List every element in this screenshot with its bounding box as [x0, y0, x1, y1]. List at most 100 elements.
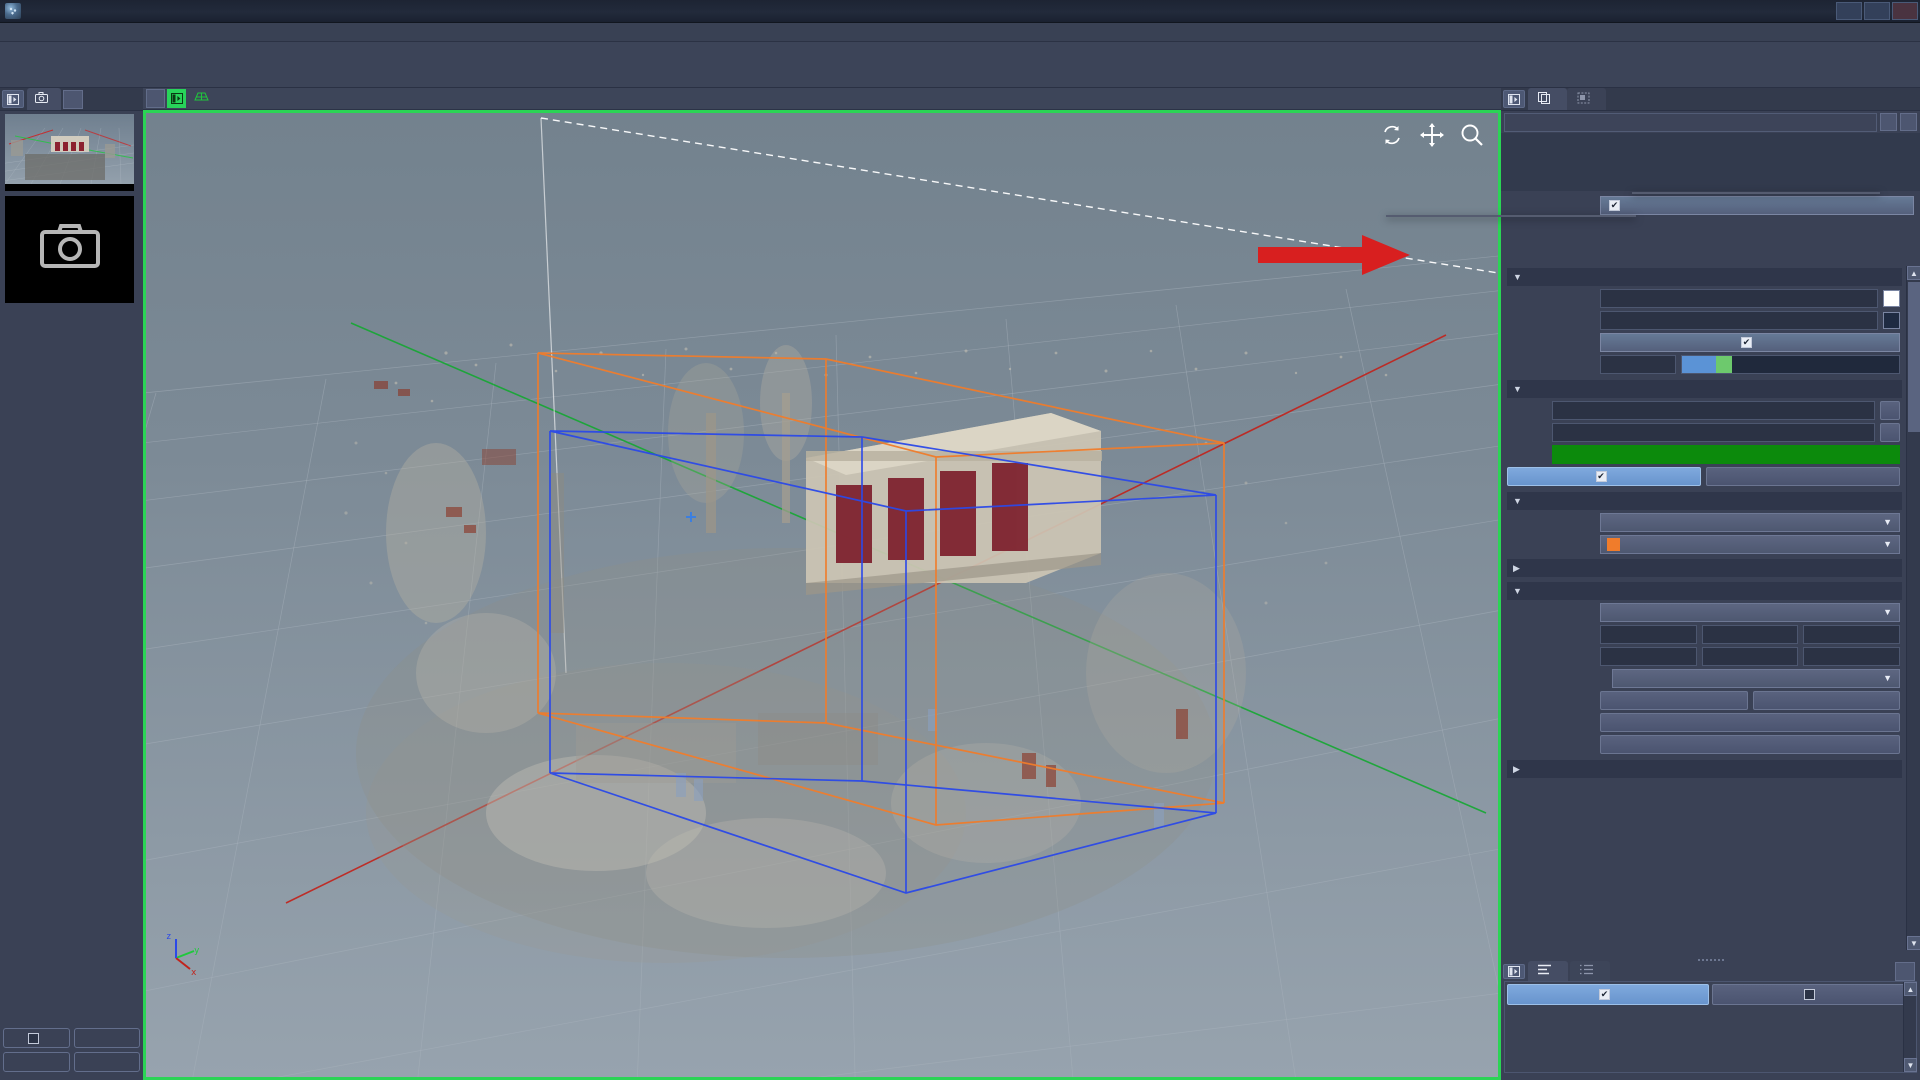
viewport-pin-button[interactable]	[167, 89, 186, 108]
point-limit-slider[interactable]	[1681, 354, 1900, 374]
refresh-button[interactable]	[73, 1028, 140, 1048]
create-bookmark-button[interactable]	[1600, 712, 1900, 732]
title-bar	[0, 0, 1920, 23]
rebuild-sprt-cache-button[interactable]	[1706, 466, 1900, 486]
main-toolbar	[0, 42, 1920, 88]
window-controls	[1836, 2, 1918, 20]
row-rotation-override: ▼	[1507, 668, 1900, 688]
section-scanner-data[interactable]: ▼	[1507, 582, 1902, 600]
chevron-down-icon: ▼	[1513, 384, 1522, 394]
lod-select[interactable]: ▼	[1600, 534, 1900, 554]
zoom-icon[interactable]	[1460, 123, 1484, 150]
tasks-icon	[1538, 964, 1552, 978]
right-dock-pin-button[interactable]	[1503, 90, 1525, 108]
load-sprt-cache-checkbox[interactable]	[1595, 470, 1607, 482]
tab-bookmarks[interactable]	[27, 88, 61, 110]
copy-icon	[1538, 91, 1551, 107]
minimize-button[interactable]	[1836, 2, 1862, 20]
scale-channel-value[interactable]	[1600, 310, 1878, 330]
menu-bar	[0, 23, 1920, 42]
edit-mode-toggle[interactable]	[3, 1028, 70, 1048]
scroll-thumb[interactable]	[1908, 282, 1920, 432]
auto-update-checkbox[interactable]	[1609, 199, 1620, 211]
position-y-field[interactable]	[1701, 624, 1799, 644]
filter-input[interactable]	[1504, 112, 1877, 132]
rename-button[interactable]	[3, 1052, 70, 1072]
dock-resize-grip[interactable]	[1696, 958, 1725, 963]
scroll-up-arrow[interactable]: ▲	[1907, 266, 1920, 280]
task-manager-body: ▲ ▼	[1504, 981, 1917, 1073]
tab-document-explorer[interactable]	[1528, 88, 1567, 110]
filter-all-button[interactable]	[1880, 113, 1897, 131]
load-sprt-cache-button[interactable]	[1507, 466, 1701, 486]
color-channel-swatch[interactable]	[1883, 289, 1900, 307]
slider-handle[interactable]	[1716, 355, 1732, 373]
svg-text:z: z	[166, 932, 171, 942]
create-all-bookmarks-button[interactable]	[1600, 734, 1900, 754]
scroll-up-arrow[interactable]: ▲	[1904, 982, 1917, 996]
delete-button[interactable]	[73, 1052, 140, 1072]
section-advanced-lod[interactable]: ▶	[1507, 559, 1902, 577]
document-explorer-tabbar	[1501, 88, 1920, 111]
close-button[interactable]	[1892, 2, 1918, 20]
chevron-right-icon: ▶	[1513, 763, 1520, 774]
row-color-channel	[1507, 288, 1900, 308]
edit-mode-checkbox[interactable]	[28, 1032, 40, 1044]
scroll-down-arrow[interactable]: ▼	[1907, 936, 1920, 950]
rotation-y-field[interactable]	[1701, 646, 1799, 666]
transform-icon	[1577, 92, 1590, 107]
filter-invert-button[interactable]	[1900, 113, 1917, 131]
use-auto-update-toggle[interactable]	[1712, 984, 1914, 1005]
cache-browse-button[interactable]	[1880, 422, 1900, 442]
task-list-scrollbar[interactable]: ▲ ▼	[1903, 982, 1917, 1072]
chevron-down-icon: ▼	[1513, 586, 1522, 596]
use-auto-zoom-extents-toggle[interactable]	[1507, 984, 1709, 1005]
status-badge	[1552, 444, 1900, 464]
cache-value[interactable]	[1552, 422, 1875, 442]
bookmarks-close-button[interactable]	[63, 90, 83, 109]
auto-update-task-checkbox[interactable]	[1804, 989, 1815, 1000]
task-dock-pin-button[interactable]	[1503, 964, 1525, 979]
scanner-index-select[interactable]: ▼	[1600, 602, 1900, 622]
orbit-icon[interactable]	[1380, 123, 1404, 150]
pan-icon[interactable]	[1420, 123, 1444, 150]
new-bookmark-tile[interactable]	[5, 196, 134, 296]
tab-log-window[interactable]	[1570, 961, 1610, 981]
viewport-close-button[interactable]	[146, 89, 165, 108]
context-menu[interactable]	[1632, 192, 1880, 194]
section-export[interactable]: ▶	[1507, 760, 1902, 778]
tab-transform[interactable]	[1567, 88, 1606, 110]
rotation-z-field[interactable]	[1803, 646, 1901, 666]
task-manager-close-button[interactable]	[1895, 961, 1915, 981]
go-to-scanner-button[interactable]	[1600, 690, 1748, 710]
file-value[interactable]	[1552, 400, 1875, 420]
row-lod: ▼	[1507, 534, 1900, 554]
position-z-field[interactable]	[1803, 624, 1901, 644]
bookmark-item-view001[interactable]	[5, 114, 134, 191]
point-limit-value[interactable]	[1600, 354, 1676, 374]
dock-pin-button[interactable]	[2, 90, 24, 108]
bookmark-item-new[interactable]	[5, 196, 134, 303]
tab-task-manager[interactable]	[1528, 961, 1568, 981]
row-position	[1507, 624, 1901, 644]
color-channel-value[interactable]	[1600, 288, 1878, 308]
properties-scrollbar[interactable]: ▲ ▼	[1906, 266, 1920, 950]
focus-on-scanner-button[interactable]	[1752, 690, 1900, 710]
row-use-lighting	[1507, 332, 1900, 352]
section-input-file[interactable]: ▼	[1507, 380, 1902, 398]
scroll-down-arrow[interactable]: ▼	[1904, 1058, 1917, 1072]
file-browse-button[interactable]	[1880, 400, 1900, 420]
scale-channel-swatch[interactable]	[1883, 311, 1900, 329]
use-lighting-checkbox[interactable]	[1741, 336, 1752, 348]
auto-zoom-checkbox[interactable]	[1599, 989, 1610, 1000]
lod-mode-select[interactable]: ▼	[1600, 512, 1900, 532]
section-level-of-detail[interactable]: ▼	[1507, 492, 1902, 510]
auto-update-field[interactable]	[1600, 195, 1914, 215]
maximize-button[interactable]	[1864, 2, 1890, 20]
rotation-x-field[interactable]	[1600, 646, 1697, 666]
rotation-override-select[interactable]: ▼	[1612, 668, 1900, 688]
position-x-field[interactable]	[1600, 624, 1697, 644]
use-lighting-field[interactable]	[1600, 332, 1900, 352]
section-display[interactable]: ▼	[1507, 268, 1902, 286]
context-submenu[interactable]	[1386, 215, 1636, 217]
